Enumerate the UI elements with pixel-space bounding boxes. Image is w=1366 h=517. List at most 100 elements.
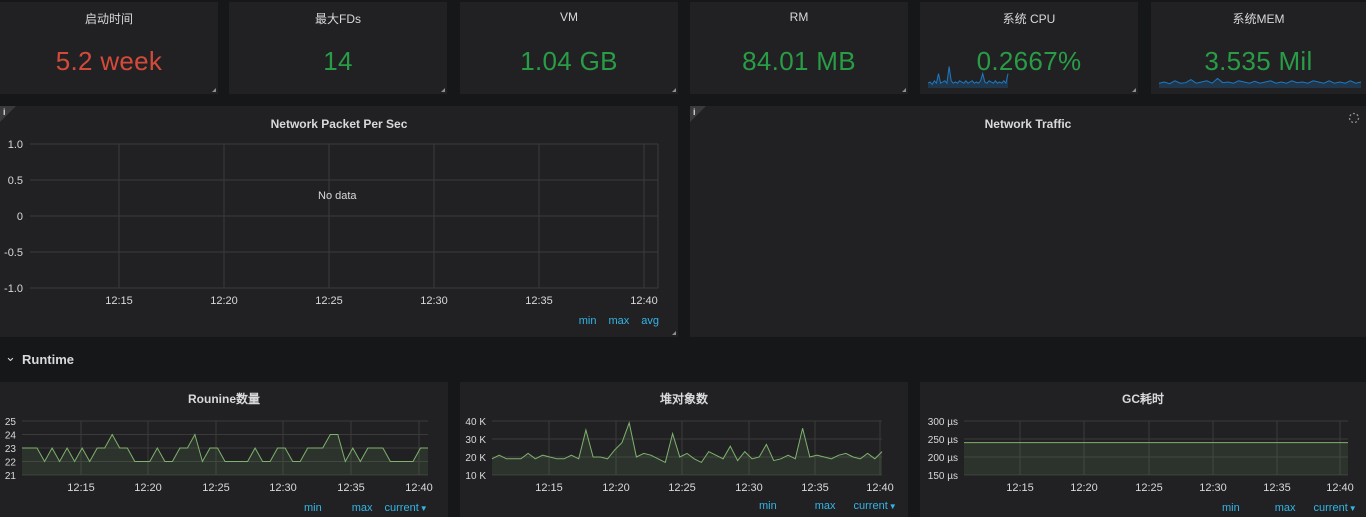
caret-down-icon[interactable]: ▼ <box>420 504 428 513</box>
legend-min[interactable]: min <box>304 502 322 514</box>
x-tick-label: 12:40 <box>1326 482 1354 494</box>
legend-min[interactable]: min <box>759 500 777 512</box>
legend-max[interactable]: max <box>1275 502 1296 514</box>
graph-legend: min max current▼ <box>747 500 897 512</box>
graph-legend: min max current▼ <box>292 502 428 514</box>
stat-panel-system-mem[interactable]: 系统MEM 3.535 Mil <box>1151 2 1366 94</box>
stat-panel-system-cpu[interactable]: 系统 CPU 0.2667% <box>920 2 1138 94</box>
y-tick-label: 0 <box>17 211 23 223</box>
legend-min[interactable]: min <box>1222 502 1240 514</box>
stat-value: 84.01 MB <box>742 46 856 76</box>
caret-down-icon[interactable]: ▼ <box>1349 504 1357 513</box>
panel-title[interactable]: Network Traffic <box>690 117 1366 131</box>
network-packet-graph[interactable]: 1.0 0.5 0 -0.5 -1.0 12:15 12:20 12:25 12:30 12:35… <box>0 106 678 337</box>
y-tick-label: 23 <box>5 444 17 455</box>
network-packet-panel[interactable]: i Network Packet Per Sec 1.0 0.5 0 -0.5 -1.0… <box>0 106 678 337</box>
y-tick-label: -1.0 <box>4 283 23 295</box>
x-tick-label: 12:30 <box>1199 482 1227 494</box>
x-tick-label: 12:25 <box>315 295 343 307</box>
info-icon[interactable]: i <box>693 107 696 117</box>
stat-value: 14 <box>323 46 353 76</box>
no-data-message: No data <box>318 190 357 202</box>
x-tick-label: 12:15 <box>1006 482 1034 494</box>
resize-handle[interactable] <box>672 331 676 335</box>
x-tick-label: 12:25 <box>668 482 696 494</box>
x-tick-label: 12:35 <box>801 482 829 494</box>
y-tick-label: 22 <box>5 458 17 469</box>
y-tick-label: 0.5 <box>8 175 23 187</box>
resize-handle[interactable] <box>902 88 906 92</box>
heap-objects-panel[interactable]: 堆对象数 40 K 30 K 20 K 10 K 12:15 12:20 12:25 12:3… <box>460 382 908 517</box>
y-tick-label: 200 µs <box>928 453 958 464</box>
y-tick-label: 10 K <box>465 471 486 482</box>
stat-title: 启动时间 <box>84 12 133 26</box>
legend-max[interactable]: max <box>352 502 373 514</box>
y-tick-label: 25 <box>5 417 17 428</box>
stat-value: 3.535 Mil <box>1204 46 1313 76</box>
gc-pause-panel[interactable]: GC耗时 300 µs 250 µs 200 µs 150 µs 12:15 12:20 1… <box>920 382 1366 517</box>
y-tick-label: -0.5 <box>4 247 23 259</box>
legend-min[interactable]: min <box>579 315 597 327</box>
x-tick-label: 12:40 <box>866 482 894 494</box>
resize-handle[interactable] <box>672 88 676 92</box>
y-tick-label: 20 K <box>465 453 486 464</box>
legend-current[interactable]: current <box>385 502 419 514</box>
y-tick-label: 250 µs <box>928 435 958 446</box>
resize-handle[interactable] <box>212 88 216 92</box>
graph-legend: min max avg <box>567 315 659 327</box>
heap-objects-graph[interactable]: 40 K 30 K 20 K 10 K 12:15 12:20 12:25 12:30 12:3… <box>460 382 908 517</box>
caret-down-icon[interactable]: ▼ <box>889 502 897 511</box>
loading-spinner-icon <box>1348 112 1360 124</box>
x-tick-label: 12:35 <box>337 482 365 494</box>
y-tick-label: 1.0 <box>8 139 23 151</box>
series-area <box>964 442 1348 475</box>
series-area <box>492 422 882 475</box>
stat-title: RM <box>789 10 809 24</box>
x-tick-label: 12:15 <box>535 482 563 494</box>
x-tick-label: 12:40 <box>405 482 433 494</box>
series-area <box>22 434 428 475</box>
stat-panel-uptime[interactable]: 启动时间 5.2 week <box>0 2 218 94</box>
x-tick-label: 12:20 <box>134 482 162 494</box>
network-traffic-panel[interactable]: i Network Traffic <box>690 106 1366 337</box>
x-tick-label: 12:15 <box>67 482 95 494</box>
chevron-down-icon[interactable]: ⌄ <box>5 349 16 365</box>
row-title[interactable]: Runtime <box>22 352 74 367</box>
y-tick-label: 150 µs <box>928 471 958 482</box>
x-tick-label: 12:20 <box>1070 482 1098 494</box>
y-tick-label: 300 µs <box>928 417 958 428</box>
stat-value: 1.04 GB <box>520 46 618 76</box>
graph-legend: min max current▼ <box>1210 502 1357 514</box>
legend-current[interactable]: current <box>854 500 888 512</box>
goroutine-graph[interactable]: 25 24 23 22 21 12:15 12:20 12:25 12:30 12:35 12:40 <box>0 382 448 517</box>
x-tick-label: 12:20 <box>210 295 238 307</box>
y-tick-label: 40 K <box>465 417 486 428</box>
legend-current[interactable]: current <box>1314 502 1348 514</box>
legend-max[interactable]: max <box>608 315 629 327</box>
resize-handle[interactable] <box>1132 88 1136 92</box>
goroutine-count-panel[interactable]: Rounine数量 25 24 23 22 21 12:15 12:20 12:25 12:30… <box>0 382 448 517</box>
x-tick-label: 12:30 <box>735 482 763 494</box>
x-tick-label: 12:40 <box>630 295 658 307</box>
gc-pause-graph[interactable]: 300 µs 250 µs 200 µs 150 µs 12:15 12:20 12:25 1… <box>920 382 1366 517</box>
x-tick-label: 12:25 <box>202 482 230 494</box>
stat-value: 5.2 week <box>55 46 163 76</box>
x-tick-label: 12:35 <box>525 295 553 307</box>
y-tick-label: 30 K <box>465 435 486 446</box>
y-tick-label: 21 <box>5 471 17 482</box>
resize-handle[interactable] <box>441 88 445 92</box>
stat-title: 系统 CPU <box>1002 12 1056 26</box>
legend-avg[interactable]: avg <box>641 315 659 327</box>
stat-panel-vm[interactable]: VM 1.04 GB <box>460 2 678 94</box>
stat-title: VM <box>560 10 578 24</box>
stat-panel-max-fds[interactable]: 最大FDs 14 <box>229 2 447 94</box>
row-header-runtime[interactable]: ⌄ Runtime <box>0 338 1366 380</box>
stat-panel-rm[interactable]: RM 84.01 MB <box>690 2 908 94</box>
x-tick-label: 12:35 <box>1263 482 1291 494</box>
legend-max[interactable]: max <box>815 500 836 512</box>
stat-title: 系统MEM <box>1232 12 1285 26</box>
x-tick-label: 12:20 <box>602 482 630 494</box>
x-tick-label: 12:30 <box>269 482 297 494</box>
x-tick-label: 12:30 <box>420 295 448 307</box>
stat-title: 最大FDs <box>315 12 361 26</box>
